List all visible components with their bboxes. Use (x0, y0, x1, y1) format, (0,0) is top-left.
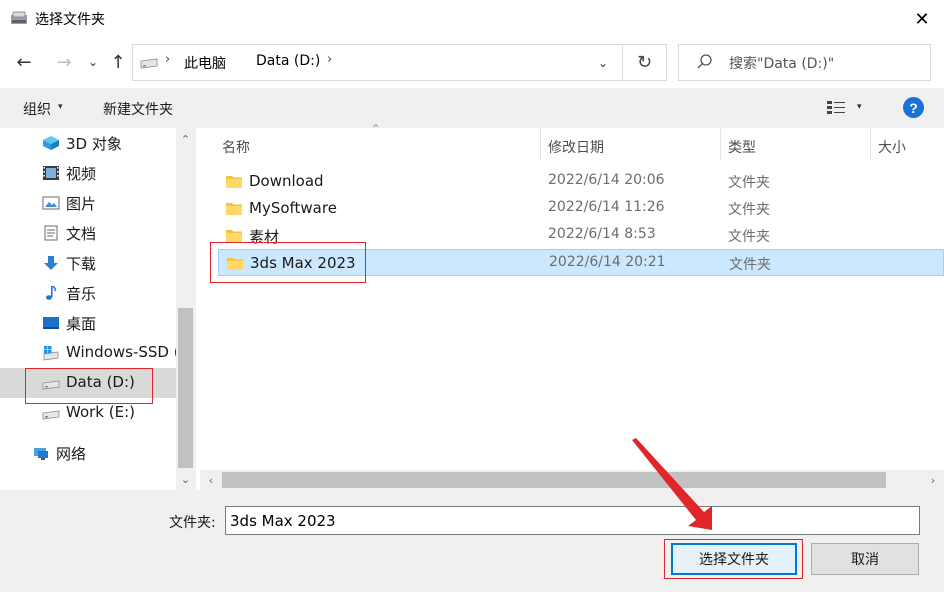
sidebar-item-label: 视频 (66, 165, 97, 183)
sidebar-item-label: 下载 (66, 255, 97, 273)
file-type: 文件夹 (728, 175, 770, 191)
refresh-icon: ↻ (636, 52, 653, 73)
search-placeholder: 搜索"Data (D:)" (729, 56, 835, 72)
annotation-highlight-data-drive (25, 368, 153, 404)
cancel-button[interactable]: 取消 (811, 543, 919, 575)
view-options-icon[interactable] (826, 99, 846, 115)
up-button[interactable]: ↑ (106, 50, 130, 74)
file-row[interactable]: MySoftware 2022/6/14 11:26 文件夹 (218, 195, 944, 222)
drive-icon (140, 58, 158, 69)
pictures-icon (42, 196, 60, 210)
column-divider[interactable] (540, 128, 541, 160)
sidebar-item-label: 网络 (56, 445, 87, 463)
sidebar-item-network[interactable]: 网络 (0, 438, 166, 468)
network-icon (34, 448, 48, 460)
column-divider[interactable] (720, 128, 721, 160)
drive-icon (42, 410, 60, 420)
file-type: 文件夹 (728, 202, 770, 218)
file-type: 文件夹 (728, 229, 770, 245)
scroll-up-button[interactable]: ⌃ (176, 130, 195, 148)
annotation-arrow-icon (632, 438, 712, 530)
address-dropdown-button[interactable]: ⌄ (591, 51, 615, 75)
refresh-button[interactable]: ↻ (623, 44, 667, 81)
sidebar-item-windows-ssd[interactable]: Windows-SSD ( (0, 338, 180, 368)
file-date: 2022/6/14 11:26 (548, 199, 665, 215)
sidebar-item-label: 文档 (66, 225, 97, 243)
back-arrow-icon: ← (16, 51, 32, 73)
new-folder-button[interactable]: 新建文件夹 (103, 99, 173, 119)
desktop-icon (43, 317, 59, 329)
downloads-icon (44, 256, 58, 270)
horizontal-scroll-thumb[interactable] (222, 472, 886, 488)
scroll-down-button[interactable]: ⌄ (176, 470, 195, 488)
folder-icon (226, 176, 242, 188)
folder-name-input[interactable] (225, 506, 920, 535)
folder-icon (226, 203, 242, 215)
recent-locations-button[interactable]: ⌄ (84, 50, 102, 74)
breadcrumb-separator[interactable]: › (165, 52, 170, 67)
file-row[interactable]: Download 2022/6/14 20:06 文件夹 (218, 168, 944, 195)
file-name: MySoftware (249, 199, 337, 217)
forward-arrow-icon: → (56, 51, 72, 73)
column-divider[interactable] (870, 128, 871, 160)
caret-down-icon: ▾ (58, 102, 63, 112)
app-icon (11, 11, 27, 24)
scroll-left-button[interactable]: ‹ (202, 471, 220, 489)
window-title: 选择文件夹 (35, 12, 105, 28)
breadcrumb-data-drive[interactable]: Data (D:) (256, 53, 320, 69)
sidebar-item-label: Work (E:) (66, 403, 135, 421)
file-date: 2022/6/14 20:21 (549, 254, 666, 270)
sidebar-item-3d-objects[interactable]: 3D 对象 (0, 128, 176, 158)
sidebar-item-videos[interactable]: 视频 (0, 158, 176, 188)
3d-objects-icon (43, 136, 59, 150)
file-date: 2022/6/14 8:53 (548, 226, 656, 242)
sidebar-item-music[interactable]: 音乐 (0, 278, 176, 308)
column-header-size[interactable]: 大小 (878, 137, 906, 157)
folder-icon (226, 230, 242, 242)
documents-icon (44, 225, 58, 241)
annotation-highlight-selected-folder (210, 242, 366, 283)
scroll-right-button[interactable]: › (924, 471, 942, 489)
title-bar (0, 0, 944, 38)
sidebar-item-label: 桌面 (66, 315, 97, 333)
file-type: 文件夹 (729, 257, 771, 273)
sidebar-item-pictures[interactable]: 图片 (0, 188, 176, 218)
sidebar-scroll-thumb[interactable] (178, 308, 193, 468)
sort-ascending-icon: ^ (372, 124, 380, 134)
annotation-highlight-select-button (664, 539, 803, 579)
caret-down-icon[interactable]: ▾ (857, 102, 862, 112)
chevron-down-icon: ⌄ (87, 55, 99, 69)
video-icon (43, 166, 59, 180)
sidebar-item-desktop[interactable]: 桌面 (0, 308, 176, 338)
windows-drive-icon (43, 346, 59, 361)
sidebar-item-label: 3D 对象 (66, 135, 122, 153)
file-name: Download (249, 172, 324, 190)
forward-button[interactable]: → (52, 50, 76, 74)
sidebar-item-downloads[interactable]: 下载 (0, 248, 176, 278)
sidebar-item-documents[interactable]: 文档 (0, 218, 176, 248)
breadcrumb-this-pc[interactable]: 此电脑 (184, 53, 226, 73)
sidebar-item-label: Windows-SSD ( (66, 343, 180, 361)
sidebar-item-label: 音乐 (66, 285, 97, 303)
search-icon (697, 54, 712, 69)
organize-button[interactable]: 组织 (23, 99, 51, 119)
chevron-down-icon: ⌄ (597, 56, 609, 70)
back-button[interactable]: ← (12, 50, 36, 74)
column-header-date[interactable]: 修改日期 (548, 137, 604, 157)
column-header-type[interactable]: 类型 (728, 137, 756, 157)
column-header-name[interactable]: 名称 (222, 137, 250, 157)
sidebar-item-label: 图片 (66, 195, 97, 213)
close-icon: ✕ (914, 8, 930, 30)
file-date: 2022/6/14 20:06 (548, 172, 665, 188)
up-arrow-icon: ↑ (110, 51, 126, 73)
music-icon (46, 285, 56, 300)
help-button[interactable]: ? (903, 97, 924, 118)
breadcrumb-separator[interactable]: › (327, 52, 332, 67)
folder-field-label: 文件夹: (169, 515, 216, 531)
close-button[interactable]: ✕ (906, 4, 938, 34)
